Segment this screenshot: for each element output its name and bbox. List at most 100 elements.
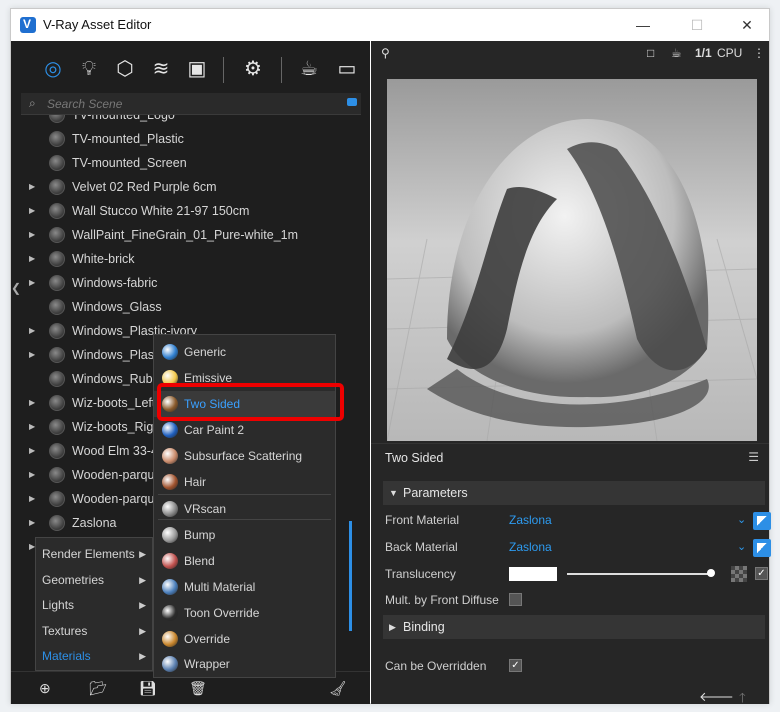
material-preview-icon [49, 227, 65, 243]
menu-item-geometries[interactable]: Geometries ▶ [36, 568, 152, 593]
preview-toolbar: ⚲ □ ☕︎ 1/1 CPU ⋮ [371, 41, 769, 67]
menu-item-subsurface-scattering[interactable]: Subsurface Scattering [154, 443, 335, 469]
menu-item-hair[interactable]: Hair [154, 469, 335, 495]
expand-arrow-icon[interactable]: ▶ [29, 487, 35, 511]
close-button[interactable]: ✕ [727, 13, 767, 37]
list-item[interactable]: TV-mounted_Logo [21, 115, 351, 127]
texture-map-icon[interactable] [753, 512, 771, 530]
texture-map-icon[interactable] [753, 539, 771, 557]
expand-arrow-icon[interactable]: ▶ [29, 175, 35, 199]
maximize-button[interactable]: ☐ [677, 13, 717, 37]
list-item-label: TV-mounted_Logo [72, 115, 175, 122]
material-preview-icon [49, 443, 65, 459]
expand-arrow-icon[interactable]: ▶ [29, 391, 35, 415]
texture-slot-icon[interactable] [731, 566, 747, 582]
frame-buffer-icon[interactable]: ▭ [333, 55, 361, 83]
list-item[interactable]: TV-mounted_Plastic [21, 127, 351, 151]
translucency-slider[interactable] [567, 573, 713, 575]
geometries-icon[interactable]: ⬡ [111, 55, 139, 83]
search-input[interactable] [47, 95, 327, 113]
more-options-icon[interactable]: ⋮ [753, 46, 765, 60]
chevron-right-icon: ▶ [139, 574, 146, 585]
can-be-overridden-checkbox[interactable]: ✓ [509, 659, 522, 672]
menu-item-textures[interactable]: Textures ▶ [36, 619, 152, 644]
render-elements-icon[interactable]: ≋ [147, 55, 175, 83]
mult-front-diffuse-checkbox[interactable] [509, 593, 522, 606]
collapse-left-icon[interactable]: ❮ [11, 281, 21, 295]
filter-tag-icon[interactable] [347, 98, 357, 106]
list-item[interactable]: Windows_Glass [21, 295, 351, 319]
preview-pin-icon[interactable]: ⚲ [381, 46, 390, 60]
textures-icon[interactable]: ▣ [183, 55, 211, 83]
expand-arrow-icon[interactable]: ▶ [29, 439, 35, 463]
list-item-label: TV-mounted_Plastic [72, 132, 184, 146]
lights-icon[interactable]: 💡︎ [75, 55, 103, 83]
menu-item-lights[interactable]: Lights ▶ [36, 593, 152, 618]
front-material-value[interactable]: Zaslona [509, 509, 552, 531]
expand-arrow-icon[interactable]: ▶ [29, 199, 35, 223]
menu-item-override[interactable]: Override [154, 626, 335, 652]
menu-item-wrapper[interactable]: Wrapper [154, 651, 335, 677]
minimize-button[interactable]: — [623, 13, 663, 37]
list-item[interactable]: ▶ Windows-fabric [21, 271, 351, 295]
preview-render [387, 79, 757, 441]
menu-item-render-elements[interactable]: Render Elements ▶ [36, 542, 152, 567]
save-icon[interactable]: 💾︎ [139, 680, 157, 697]
expand-arrow-icon[interactable]: ▶ [29, 463, 35, 487]
list-item[interactable]: ▶ WallPaint_FineGrain_01_Pure-white_1m [21, 223, 351, 247]
menu-item-bump[interactable]: Bump [154, 522, 335, 548]
list-item[interactable]: ▶ Velvet 02 Red Purple 6cm [21, 175, 351, 199]
menu-item-blend[interactable]: Blend [154, 548, 335, 574]
menu-item-label: Wrapper [184, 657, 230, 671]
back-arrow-icon[interactable]: 🡐 [699, 689, 734, 705]
menu-item-toon-override[interactable]: Toon Override [154, 600, 335, 626]
binding-section[interactable]: ▶ Binding [383, 615, 765, 639]
expand-arrow-icon[interactable]: ▶ [29, 343, 35, 367]
list-item[interactable]: ▶ White-brick [21, 247, 351, 271]
chevron-down-icon[interactable]: ⌄ [737, 509, 746, 531]
expand-arrow-icon[interactable]: ▶ [29, 511, 35, 535]
chevron-right-icon: ▶ [139, 600, 146, 611]
purge-unused-icon[interactable]: 🧹︎ [329, 680, 347, 697]
slider-handle[interactable] [707, 569, 715, 577]
menu-item-multi-material[interactable]: Multi Material [154, 574, 335, 600]
scrollbar[interactable] [349, 521, 352, 631]
add-asset-icon[interactable]: ⊕ [39, 680, 51, 697]
search-bar: ⌕ [21, 93, 361, 115]
options-sliders-icon[interactable]: ☰ [748, 450, 759, 464]
list-item[interactable]: TV-mounted_Screen [21, 151, 351, 175]
expand-arrow-icon[interactable]: ▶ [29, 271, 35, 295]
list-item[interactable]: ▶ Wall Stucco White 21-97 150cm [21, 199, 351, 223]
menu-item-label: Bump [184, 528, 216, 542]
vray-logo-icon [20, 17, 36, 33]
translucency-checkbox[interactable]: ✓ [755, 567, 768, 580]
up-arrow-icon[interactable]: 🡑 [739, 689, 746, 711]
menu-divider [158, 494, 331, 495]
list-item-label: Velvet 02 Red Purple 6cm [72, 180, 217, 194]
menu-item-materials[interactable]: Materials ▶ [36, 644, 152, 669]
settings-icon[interactable]: ⚙ [239, 55, 267, 83]
preview-ratio[interactable]: 1/1 [695, 46, 712, 60]
menu-item-generic[interactable]: Generic [154, 339, 335, 365]
delete-icon[interactable]: 🗑︎ [189, 680, 207, 697]
teapot-icon[interactable]: ☕︎ [295, 55, 323, 83]
generic-material-icon [162, 344, 178, 360]
menu-item-label: Override [184, 632, 231, 646]
material-preview-icon [49, 467, 65, 483]
material-preview [387, 79, 757, 441]
can-be-overridden-row: Can be Overridden ✓ [385, 655, 769, 677]
back-material-value[interactable]: Zaslona [509, 536, 552, 558]
expand-arrow-icon[interactable]: ▶ [29, 319, 35, 343]
translucency-color-swatch[interactable] [509, 567, 557, 581]
expand-arrow-icon[interactable]: ▶ [29, 223, 35, 247]
expand-arrow-icon[interactable]: ▶ [29, 247, 35, 271]
preview-teapot-icon[interactable]: ☕︎ [671, 46, 682, 60]
parameters-section[interactable]: ▼ Parameters [383, 481, 765, 505]
menu-divider [158, 519, 331, 520]
open-folder-icon[interactable]: 📂︎ [89, 680, 107, 697]
render-engine[interactable]: CPU [717, 46, 742, 60]
chevron-down-icon[interactable]: ⌄ [737, 536, 746, 558]
preview-region-icon[interactable]: □ [647, 46, 654, 60]
materials-icon[interactable]: ◎ [39, 55, 67, 83]
expand-arrow-icon[interactable]: ▶ [29, 415, 35, 439]
